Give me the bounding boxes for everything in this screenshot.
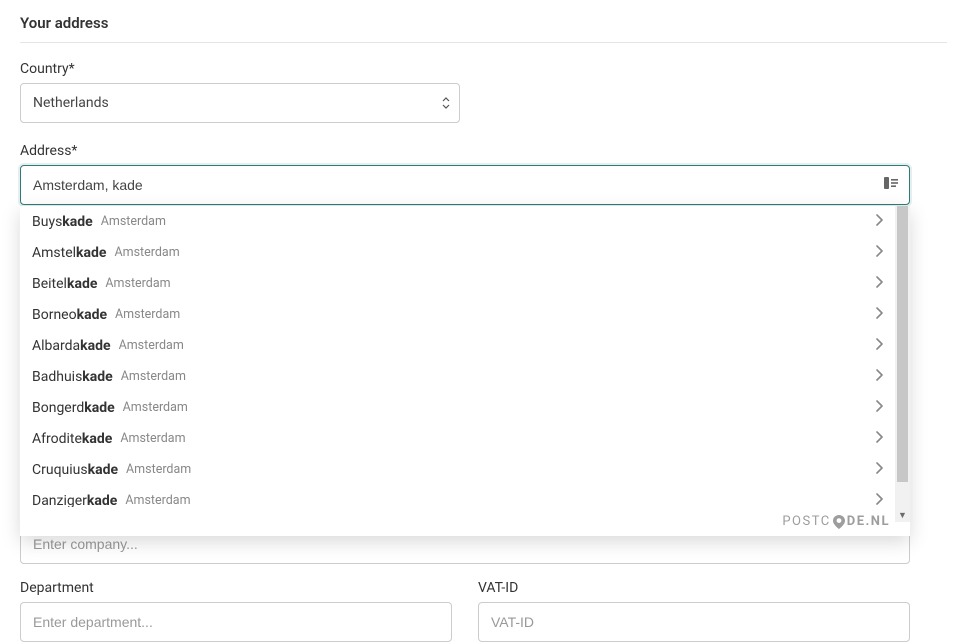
country-select-wrap: Netherlands (20, 83, 460, 123)
suggestion-item[interactable]: Afroditekade Amsterdam (20, 423, 895, 454)
suggestion-name: Amstelkade (32, 245, 106, 261)
country-group: Country* Netherlands (20, 61, 947, 123)
contact-card-icon (884, 176, 900, 194)
suggestion-city: Amsterdam (119, 338, 184, 353)
suggestion-city: Amsterdam (115, 307, 180, 322)
map-pin-icon (833, 515, 845, 529)
suggestion-match: kade (82, 369, 112, 385)
suggestion-name: Albardakade (32, 338, 111, 354)
suggestion-name: Badhuiskade (32, 369, 113, 385)
chevron-right-icon (875, 245, 883, 261)
address-group: Address* BuyskadeAmsterdamAmstelkadeAmst… (20, 143, 910, 205)
provider-attribution: POSTC DE.NL (20, 507, 910, 536)
suggestion-item[interactable]: Danzigerkade Amsterdam (20, 485, 895, 507)
suggestion-match: kade (76, 245, 106, 261)
suggestion-prefix: Badhuis (32, 369, 82, 385)
scrollbar-track[interactable]: ▼ (895, 206, 910, 522)
suggestion-match: kade (67, 276, 97, 292)
suggestion-item[interactable]: Amstelkade Amsterdam (20, 237, 895, 268)
suggestion-item[interactable]: Albardakade Amsterdam (20, 330, 895, 361)
suggestion-prefix: Afrodite (32, 431, 82, 447)
scrollbar-thumb[interactable] (897, 206, 908, 482)
suggestion-name: Cruquiuskade (32, 462, 118, 478)
suggestion-prefix: Bongerd (32, 400, 84, 416)
suggestion-name: Borneokade (32, 307, 107, 323)
suggestion-match: kade (80, 338, 110, 354)
suggestion-prefix: Albarda (32, 338, 80, 354)
suggestion-item[interactable]: Beitelkade Amsterdam (20, 268, 895, 299)
address-input-wrap: BuyskadeAmsterdamAmstelkadeAmsterdamBeit… (20, 165, 910, 205)
suggestion-prefix: Beitel (32, 276, 67, 292)
suggestion-city: Amsterdam (125, 493, 190, 507)
department-col: Department (20, 580, 452, 642)
vat-input[interactable] (478, 602, 910, 642)
suggestion-city: Amsterdam (101, 214, 166, 229)
department-input[interactable] (20, 602, 452, 642)
suggestion-item[interactable]: Bongerdkade Amsterdam (20, 392, 895, 423)
chevron-right-icon (875, 493, 883, 508)
suggestion-name: Buyskade (32, 214, 93, 230)
provider-post: DE.NL (847, 514, 890, 529)
suggestion-match: kade (84, 400, 114, 416)
vat-col: VAT-ID (478, 580, 910, 642)
chevron-right-icon (875, 431, 883, 447)
chevron-right-icon (875, 338, 883, 354)
chevron-right-icon (875, 214, 883, 230)
suggestion-city: Amsterdam (114, 245, 179, 260)
address-input[interactable] (20, 165, 910, 205)
suggestion-match: kade (87, 493, 117, 508)
chevron-right-icon (875, 462, 883, 478)
suggestion-match: kade (82, 431, 112, 447)
department-vat-row: Department VAT-ID (20, 580, 910, 642)
suggestion-item[interactable]: Badhuiskade Amsterdam (20, 361, 895, 392)
suggestion-prefix: Amstel (32, 245, 76, 261)
address-suggestions-dropdown: BuyskadeAmsterdamAmstelkadeAmsterdamBeit… (20, 206, 910, 536)
chevron-right-icon (875, 276, 883, 292)
section-title-text: Your address (20, 14, 108, 32)
suggestion-name: Danzigerkade (32, 493, 117, 508)
country-label: Country* (20, 61, 947, 77)
suggestion-city: Amsterdam (126, 462, 191, 477)
country-value: Netherlands (33, 95, 109, 111)
suggestion-match: kade (77, 307, 107, 323)
section-title-your-address: Your address (20, 14, 947, 43)
suggestion-prefix: Danziger (32, 493, 87, 508)
chevron-right-icon (875, 369, 883, 385)
address-label: Address* (20, 143, 910, 159)
suggestion-match: kade (88, 462, 118, 478)
suggestions-list: BuyskadeAmsterdamAmstelkadeAmsterdamBeit… (20, 206, 895, 507)
suggestion-match: kade (62, 214, 92, 230)
suggestion-name: Afroditekade (32, 431, 112, 447)
chevron-right-icon (875, 307, 883, 323)
suggestion-city: Amsterdam (123, 400, 188, 415)
department-label: Department (20, 580, 452, 596)
vat-label: VAT-ID (478, 580, 910, 596)
suggestion-city: Amsterdam (105, 276, 170, 291)
suggestion-item[interactable]: Borneokade Amsterdam (20, 299, 895, 330)
suggestion-city: Amsterdam (120, 431, 185, 446)
suggestion-item[interactable]: Buyskade Amsterdam (20, 206, 895, 237)
suggestion-prefix: Cruquius (32, 462, 88, 478)
country-select[interactable]: Netherlands (20, 83, 460, 123)
suggestion-item[interactable]: Cruquiuskade Amsterdam (20, 454, 895, 485)
suggestion-name: Bongerdkade (32, 400, 115, 416)
chevron-right-icon (875, 400, 883, 416)
provider-pre: POSTC (782, 514, 830, 529)
suggestion-prefix: Borneo (32, 307, 77, 323)
suggestion-prefix: Buys (32, 214, 62, 230)
suggestion-name: Beitelkade (32, 276, 97, 292)
suggestion-city: Amsterdam (121, 369, 186, 384)
